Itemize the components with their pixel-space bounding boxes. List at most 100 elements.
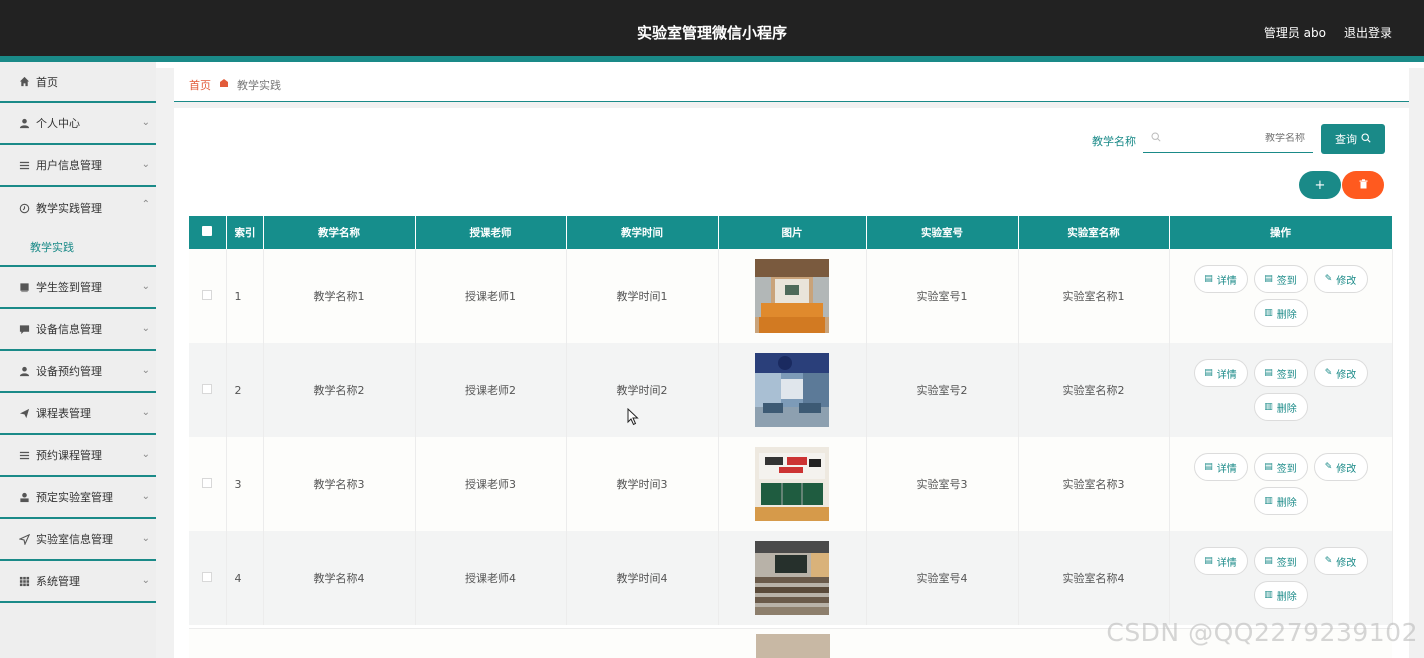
cell-lab-name: 实验室名称3 <box>1018 437 1170 531</box>
row-checkbox[interactable] <box>202 289 213 300</box>
checkin-button[interactable]: ▤ 签到 <box>1253 453 1308 481</box>
cell-lab-no: 实验室号4 <box>866 531 1019 625</box>
sidebar-item-teaching-practice-mgmt[interactable]: 教学实践管理 ⌃ <box>0 187 156 229</box>
edit-icon: ✎ <box>1324 368 1333 378</box>
sidebar-item-label: 用户信息管理 <box>36 159 102 172</box>
document-icon: ▤ <box>1204 556 1213 566</box>
cell-name: 教学名称3 <box>263 437 416 531</box>
table-row: 1 教学名称1 授课老师1 教学时间1 实验室号1 实验室名称1 ▤ 详情 ▤ … <box>189 249 1393 343</box>
edit-button[interactable]: ✎ 修改 <box>1313 453 1368 481</box>
sidebar-item-label: 设备预约管理 <box>36 365 102 378</box>
app-title: 实验室管理微信小程序 <box>636 24 787 42</box>
add-button[interactable]: + <box>1299 171 1341 199</box>
cell-teacher: 授课老师4 <box>415 531 567 625</box>
sidebar-item-label: 教学实践管理 <box>36 202 102 215</box>
breadcrumb: 首页 教学实践 <box>174 68 1409 102</box>
batch-delete-button[interactable] <box>1342 171 1384 199</box>
column-header: 索引 <box>226 216 264 249</box>
trash-icon: ▥ <box>1264 496 1273 506</box>
lab-photo[interactable] <box>756 634 830 658</box>
edit-icon: ✎ <box>1324 556 1333 566</box>
delete-button[interactable]: ▥ 删除 <box>1253 393 1308 421</box>
table-row: 3 教学名称3 授课老师3 教学时间3 实验室号3 实验室名称3 ▤ 详情 ▤ … <box>189 437 1393 531</box>
cell-time: 教学时间4 <box>566 531 719 625</box>
row-checkbox[interactable] <box>202 383 213 394</box>
document-icon: ▤ <box>1204 462 1213 472</box>
sidebar-item-label: 课程表管理 <box>36 407 91 420</box>
trash-icon: ▥ <box>1264 402 1273 412</box>
document-icon: ▤ <box>1264 556 1273 566</box>
sidebar-item-home[interactable]: 首页 <box>0 62 156 103</box>
table-header-row: 索引 教学名称 授课老师 教学时间 图片 实验室号 实验室名称 操作 <box>189 216 1393 249</box>
column-header: 图片 <box>718 216 867 249</box>
checkin-button[interactable]: ▤ 签到 <box>1253 547 1308 575</box>
detail-button[interactable]: ▤ 详情 <box>1193 359 1248 387</box>
chevron-down-icon: ⌄ <box>141 575 150 586</box>
row-index: 4 <box>226 531 264 625</box>
column-header: 操作 <box>1169 216 1393 249</box>
edit-icon: ✎ <box>1324 274 1333 284</box>
cell-name: 教学名称2 <box>263 343 416 437</box>
sidebar-subitem-teaching-practice[interactable]: 教学实践 <box>0 229 156 267</box>
sidebar-item-personal-center[interactable]: 个人中心 ⌄ <box>0 103 156 145</box>
breadcrumb-home[interactable]: 首页 <box>189 77 211 93</box>
cell-lab-name: 实验室名称2 <box>1018 343 1170 437</box>
search-input[interactable] <box>1165 132 1305 144</box>
sidebar-item-system[interactable]: 系统管理 ⌄ <box>0 561 156 603</box>
row-checkbox[interactable] <box>202 477 213 488</box>
select-all-header[interactable] <box>189 216 227 249</box>
row-actions: ▤ 详情 ▤ 签到 ✎ 修改 ▥ 删除 <box>1170 265 1392 327</box>
document-icon: ▤ <box>1204 368 1213 378</box>
admin-user-label: 管理员 abo <box>1263 26 1326 40</box>
edit-button[interactable]: ✎ 修改 <box>1313 547 1368 575</box>
sidebar-item-student-checkin[interactable]: 学生签到管理 ⌄ <box>0 267 156 309</box>
delete-button[interactable]: ▥ 删除 <box>1253 299 1308 327</box>
lab-photo[interactable] <box>755 259 829 333</box>
sidebar-item-device-booking[interactable]: 设备预约管理 ⌄ <box>0 351 156 393</box>
select-all-checkbox[interactable] <box>202 226 213 236</box>
person-icon <box>18 491 30 503</box>
delete-button[interactable]: ▥ 删除 <box>1253 581 1308 609</box>
detail-button[interactable]: ▤ 详情 <box>1193 453 1248 481</box>
detail-button[interactable]: ▤ 详情 <box>1193 265 1248 293</box>
sidebar: 首页 个人中心 ⌄ 用户信息管理 ⌄ 教学实践管理 ⌃ 教学实践 学生签到管理 … <box>0 62 156 658</box>
logout-link[interactable]: 退出登录 <box>1344 24 1392 41</box>
sidebar-item-lab-reservation[interactable]: 预定实验室管理 ⌄ <box>0 477 156 519</box>
cell-teacher: 授课老师1 <box>415 249 567 343</box>
edit-button[interactable]: ✎ 修改 <box>1313 359 1368 387</box>
column-header: 教学名称 <box>263 216 416 249</box>
sidebar-item-course-booking[interactable]: 预约课程管理 ⌄ <box>0 435 156 477</box>
chevron-down-icon: ⌄ <box>141 323 150 334</box>
sidebar-item-course-schedule[interactable]: 课程表管理 ⌄ <box>0 393 156 435</box>
row-actions: ▤ 详情 ▤ 签到 ✎ 修改 ▥ 删除 <box>1170 359 1392 421</box>
sidebar-item-device-info[interactable]: 设备信息管理 ⌄ <box>0 309 156 351</box>
lab-photo[interactable] <box>755 353 829 427</box>
sidebar-item-label: 系统管理 <box>36 575 80 588</box>
top-header: 实验室管理微信小程序 管理员 abo 退出登录 <box>0 0 1424 62</box>
chevron-down-icon: ⌄ <box>141 365 150 376</box>
checkin-button[interactable]: ▤ 签到 <box>1253 359 1308 387</box>
sidebar-item-label: 实验室信息管理 <box>36 533 113 546</box>
search-field[interactable] <box>1143 124 1313 153</box>
edit-icon: ✎ <box>1324 462 1333 472</box>
detail-button[interactable]: ▤ 详情 <box>1193 547 1248 575</box>
mouse-cursor-icon <box>627 407 639 430</box>
sidebar-item-user-info[interactable]: 用户信息管理 ⌄ <box>0 145 156 187</box>
person-icon <box>18 117 30 129</box>
chevron-down-icon: ⌄ <box>141 281 150 292</box>
lab-photo[interactable] <box>755 447 829 521</box>
query-button[interactable]: 查询 <box>1321 124 1385 154</box>
cell-time: 教学时间3 <box>566 437 719 531</box>
delete-button[interactable]: ▥ 删除 <box>1253 487 1308 515</box>
lab-photo[interactable] <box>755 541 829 615</box>
sidebar-item-lab-info[interactable]: 实验室信息管理 ⌄ <box>0 519 156 561</box>
query-button-label: 查询 <box>1335 133 1357 146</box>
edit-button[interactable]: ✎ 修改 <box>1313 265 1368 293</box>
column-header: 实验室名称 <box>1018 216 1170 249</box>
checkin-button[interactable]: ▤ 签到 <box>1253 265 1308 293</box>
cell-time: 教学时间2 <box>566 343 719 437</box>
list-icon <box>18 159 30 171</box>
row-actions: ▤ 详情 ▤ 签到 ✎ 修改 ▥ 删除 <box>1170 453 1392 515</box>
row-checkbox[interactable] <box>202 571 213 582</box>
trash-icon: ▥ <box>1264 590 1273 600</box>
